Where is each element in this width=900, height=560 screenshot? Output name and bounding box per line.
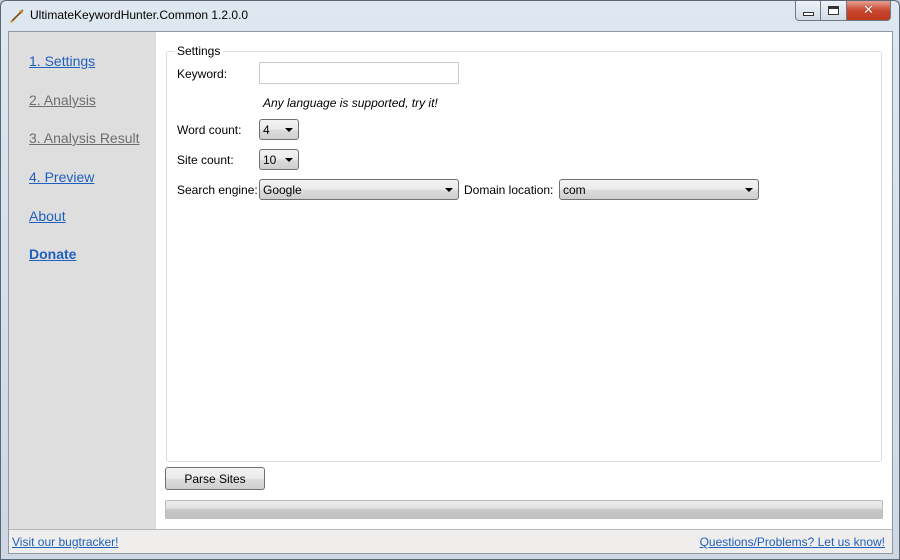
sidebar-item-about[interactable]: About xyxy=(29,208,66,224)
word-count-label: Word count: xyxy=(177,123,242,137)
maximize-icon xyxy=(828,6,839,15)
title-bar[interactable]: UltimateKeywordHunter.Common 1.2.0.0 ✕ xyxy=(1,1,899,31)
word-count-value: 4 xyxy=(263,123,270,137)
settings-group-title: Settings xyxy=(174,44,224,58)
close-button[interactable]: ✕ xyxy=(847,1,891,21)
minimize-icon xyxy=(802,11,814,16)
parse-sites-label: Parse Sites xyxy=(184,471,246,486)
sidebar-item-preview[interactable]: 4. Preview xyxy=(29,169,94,185)
caption-buttons: ✕ xyxy=(795,1,891,21)
settings-group: Settings xyxy=(166,44,882,462)
site-count-label: Site count: xyxy=(177,153,234,167)
search-engine-label: Search engine: xyxy=(177,183,258,197)
site-count-select[interactable]: 10 xyxy=(259,149,299,170)
sidebar-item-analysis[interactable]: 2. Analysis xyxy=(29,92,96,108)
parse-sites-button[interactable]: Parse Sites xyxy=(165,467,265,490)
client-area: 1. Settings 2. Analysis 3. Analysis Resu… xyxy=(8,31,893,554)
word-count-select[interactable]: 4 xyxy=(259,119,299,140)
search-engine-select[interactable]: Google xyxy=(259,179,459,200)
minimize-button[interactable] xyxy=(795,1,821,21)
site-count-value: 10 xyxy=(263,153,277,167)
progress-bar xyxy=(165,500,883,519)
sidebar: 1. Settings 2. Analysis 3. Analysis Resu… xyxy=(9,32,156,529)
maximize-button[interactable] xyxy=(821,1,847,21)
contact-link[interactable]: Questions/Problems? Let us know! xyxy=(700,535,885,549)
chevron-down-icon xyxy=(285,128,293,132)
main-panel: Settings Keyword: Any language is suppor… xyxy=(156,32,892,529)
bugtracker-link[interactable]: Visit our bugtracker! xyxy=(12,535,119,549)
search-engine-value: Google xyxy=(263,183,302,197)
keyword-input[interactable] xyxy=(259,62,459,84)
sidebar-item-settings[interactable]: 1. Settings xyxy=(29,53,95,69)
pencil-arrow-icon xyxy=(10,9,24,23)
chevron-down-icon xyxy=(285,158,293,162)
domain-location-label: Domain location: xyxy=(464,183,554,197)
close-icon: ✕ xyxy=(863,3,874,18)
sidebar-item-donate[interactable]: Donate xyxy=(29,246,76,262)
window-title: UltimateKeywordHunter.Common 1.2.0.0 xyxy=(30,8,249,22)
keyword-hint: Any language is supported, try it! xyxy=(263,96,438,110)
keyword-label: Keyword: xyxy=(177,67,228,81)
domain-location-select[interactable]: com xyxy=(559,179,759,200)
chevron-down-icon xyxy=(445,188,453,192)
status-bar: Visit our bugtracker! Questions/Problems… xyxy=(9,529,892,553)
chevron-down-icon xyxy=(745,188,753,192)
app-window: UltimateKeywordHunter.Common 1.2.0.0 ✕ 1… xyxy=(0,0,900,560)
domain-location-value: com xyxy=(563,183,586,197)
sidebar-item-analysis-result[interactable]: 3. Analysis Result xyxy=(29,130,140,146)
